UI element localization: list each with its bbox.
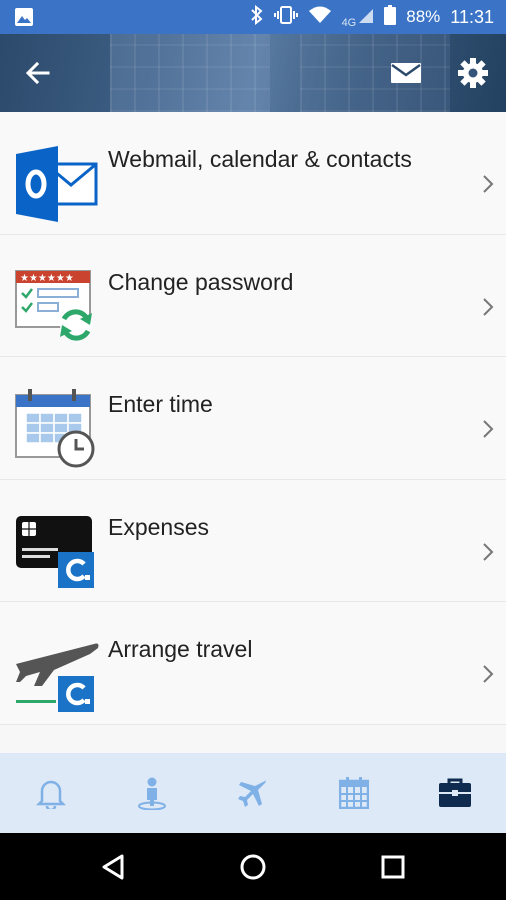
nav-home-button[interactable] [213,833,293,900]
credit-card-icon [14,512,100,592]
clock: 11:31 [450,6,494,27]
battery-icon [384,4,397,30]
tab-notifications[interactable] [0,753,101,833]
wifi-icon [308,5,332,30]
bluetooth-icon [250,4,264,30]
menu-item-expenses[interactable]: Expenses [0,479,506,602]
chevron-right-icon [482,664,494,689]
tab-calendar[interactable] [304,753,405,833]
menu-list: Webmail, calendar & contacts ★★★★★★ Chan… [0,112,506,725]
person-icon [137,777,166,810]
header-banner [0,34,506,112]
briefcase-icon [439,778,472,807]
outlook-icon [14,144,100,224]
square-recents-icon [381,855,405,878]
tab-travel[interactable] [202,753,303,833]
chevron-right-icon [482,174,494,199]
menu-item-webmail[interactable]: Webmail, calendar & contacts [0,112,506,235]
nav-back-button[interactable] [73,833,153,900]
nav-recents-button[interactable] [353,833,433,900]
password-refresh-icon: ★★★★★★ [14,267,100,347]
airplane-icon [238,780,266,807]
menu-item-label: Webmail, calendar & contacts [108,146,412,172]
image-notification-icon [14,7,34,32]
menu-item-enter-time[interactable]: Enter time [0,357,506,480]
tab-tools[interactable] [405,753,506,833]
bell-icon [35,780,66,809]
status-bar: 4G 88% 11:31 [0,0,506,34]
back-button[interactable] [8,34,68,112]
chevron-right-icon [482,542,494,567]
system-nav-bar [0,833,506,900]
settings-button[interactable] [443,34,503,112]
menu-item-label: Enter time [108,391,213,417]
envelope-icon [391,63,421,83]
menu-item-label: Expenses [108,513,210,540]
network-type: 4G [341,16,357,29]
arrow-left-icon [25,61,50,85]
tab-profile[interactable] [101,753,202,833]
svg-text:★★★★★★: ★★★★★★ [20,273,74,284]
bottom-tab-bar [0,753,506,833]
timesheet-clock-icon [14,389,100,469]
mail-button[interactable] [376,34,436,112]
menu-item-change-password[interactable]: ★★★★★★ Change password [0,234,506,357]
header-background-building [110,34,270,112]
gear-icon [458,58,488,88]
circle-home-icon [240,854,266,879]
menu-item-label: Arrange travel [108,636,253,662]
menu-item-label: Change password [108,268,294,295]
battery-percent: 88% [406,7,441,26]
chevron-right-icon [482,419,494,444]
vibrate-icon [273,5,298,30]
calendar-icon [339,777,370,809]
chevron-right-icon [482,297,494,322]
signal-icon [358,6,374,29]
triangle-back-icon [102,854,124,879]
menu-item-arrange-travel[interactable]: Arrange travel [0,602,506,725]
airplane-icon [14,634,100,714]
